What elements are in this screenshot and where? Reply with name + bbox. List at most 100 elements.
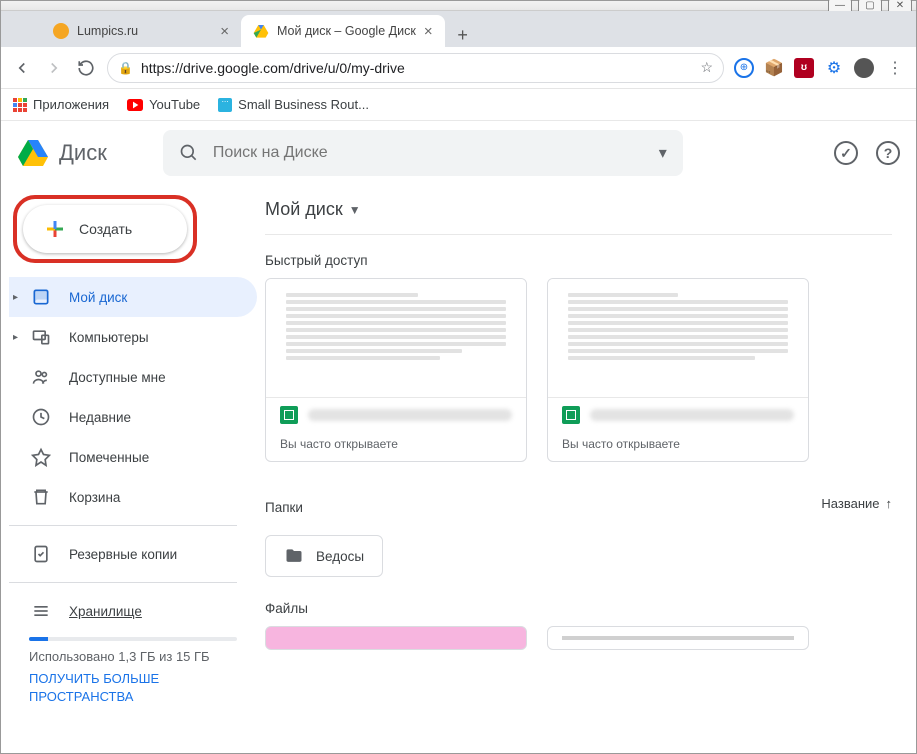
drive-logo-icon [17, 139, 49, 167]
browser-tabs: Lumpics.ru × Мой диск – Google Диск × + [1, 11, 916, 47]
tab-lumpics[interactable]: Lumpics.ru × [41, 15, 241, 47]
lock-icon: 🔒 [118, 61, 133, 75]
file-item[interactable] [265, 626, 527, 650]
nav-shared[interactable]: Доступные мне [9, 357, 257, 397]
quick-subtitle: Вы часто открываете [266, 431, 526, 461]
sort-control[interactable]: Название ↑ [821, 496, 892, 511]
tab-drive[interactable]: Мой диск – Google Диск × [241, 15, 445, 47]
mydrive-icon [31, 287, 51, 307]
window-titlebar: — ▢ ✕ [1, 1, 916, 11]
nav-label: Недавние [69, 410, 131, 425]
tab-title: Lumpics.ru [77, 24, 138, 38]
clock-icon [31, 407, 51, 427]
quick-card[interactable]: Вы часто открываете [265, 278, 527, 462]
header-actions: ✓ ? [834, 141, 900, 165]
profile-avatar[interactable] [854, 58, 874, 78]
drive-product-name: Диск [59, 140, 107, 166]
storage-used-text: Использовано 1,3 ГБ из 15 ГБ [29, 649, 237, 664]
create-button-highlight: Создать [13, 195, 197, 263]
star-icon [31, 447, 51, 467]
ext-cube-icon[interactable]: 📦 [764, 58, 784, 78]
youtube-bookmark[interactable]: YouTube [127, 97, 200, 112]
folder-item[interactable]: Ведосы [265, 535, 383, 577]
nav-label: Помеченные [69, 450, 149, 465]
nav-backups[interactable]: Резервные копии [9, 534, 257, 574]
bookmarks-bar: Приложения YouTube ⋯ Small Business Rout… [1, 89, 916, 121]
nav-trash[interactable]: Корзина [9, 477, 257, 517]
sheets-icon [562, 406, 580, 424]
quick-subtitle: Вы часто открываете [548, 431, 808, 461]
youtube-icon [127, 99, 143, 111]
backup-icon [31, 544, 51, 564]
upgrade-storage-link[interactable]: ПОЛУЧИТЬ БОЛЬШЕ ПРОСТРАНСТВА [29, 670, 237, 705]
apps-bookmark[interactable]: Приложения [13, 97, 109, 112]
files-row [265, 626, 892, 650]
ext-gear-icon[interactable]: ⚙ [824, 58, 844, 78]
sbr-label: Small Business Rout... [238, 97, 369, 112]
computers-icon [31, 327, 51, 347]
folders-title: Папки [265, 500, 303, 515]
create-label: Создать [79, 221, 132, 237]
ext-ublock-icon[interactable]: ʊ [794, 58, 814, 78]
nav-label: Доступные мне [69, 370, 166, 385]
sbr-bookmark[interactable]: ⋯ Small Business Rout... [218, 97, 369, 112]
nav-starred[interactable]: Помеченные [9, 437, 257, 477]
shared-icon [31, 367, 51, 387]
trash-icon [31, 487, 51, 507]
close-tab-icon[interactable]: × [220, 23, 229, 40]
nav-storage[interactable]: Хранилище [9, 591, 257, 631]
expand-caret-icon[interactable]: ▸ [13, 332, 18, 343]
file-thumbnail [548, 279, 808, 397]
nav-recent[interactable]: Недавние [9, 397, 257, 437]
tab-title: Мой диск – Google Диск [277, 24, 416, 38]
favicon-icon [53, 23, 69, 39]
quick-access-row: Вы часто открываете Вы часто открываете [265, 278, 892, 462]
browser-menu-icon[interactable]: ⋮ [884, 57, 906, 79]
bookmark-star-icon[interactable]: ☆ [700, 59, 713, 76]
forward-button[interactable] [43, 57, 65, 79]
ext-globe-icon[interactable]: ⊕ [734, 58, 754, 78]
new-tab-button[interactable]: + [451, 23, 475, 47]
folder-icon [284, 546, 304, 566]
apps-grid-icon [13, 98, 27, 112]
arrow-up-icon: ↑ [886, 496, 893, 511]
sort-label: Название [821, 496, 879, 511]
sbr-favicon-icon: ⋯ [218, 98, 232, 112]
quick-card[interactable]: Вы часто открываете [547, 278, 809, 462]
url-text: https://drive.google.com/drive/u/0/my-dr… [141, 60, 405, 76]
youtube-label: YouTube [149, 97, 200, 112]
folder-name: Ведосы [316, 549, 364, 564]
search-icon [179, 143, 199, 163]
file-item[interactable] [547, 626, 809, 650]
breadcrumb-label: Мой диск [265, 199, 343, 220]
nav-label: Компьютеры [69, 330, 149, 345]
back-button[interactable] [11, 57, 33, 79]
expand-caret-icon[interactable]: ▸ [13, 292, 18, 303]
create-button[interactable]: Создать [23, 205, 187, 253]
reload-button[interactable] [75, 57, 97, 79]
file-name-redacted [590, 409, 794, 421]
address-bar[interactable]: 🔒 https://drive.google.com/drive/u/0/my-… [107, 53, 724, 83]
ready-offline-icon[interactable]: ✓ [834, 141, 858, 165]
sheets-icon [280, 406, 298, 424]
close-tab-icon[interactable]: × [424, 23, 433, 40]
drive-search[interactable]: ▾ [163, 130, 683, 176]
nav-label: Мой диск [69, 290, 127, 305]
search-input[interactable] [213, 144, 645, 162]
storage-info: Использовано 1,3 ГБ из 15 ГБ ПОЛУЧИТЬ БО… [9, 637, 257, 705]
apps-label: Приложения [33, 97, 109, 112]
chevron-down-icon: ▼ [349, 203, 361, 217]
drive-logo[interactable]: Диск [17, 139, 107, 167]
drive-header: Диск ▾ ✓ ? [1, 121, 916, 185]
storage-bar [29, 637, 237, 641]
nav-label: Резервные копии [69, 547, 177, 562]
breadcrumb[interactable]: Мой диск ▼ [265, 191, 892, 235]
help-icon[interactable]: ? [876, 141, 900, 165]
file-thumbnail [266, 279, 526, 397]
search-options-icon[interactable]: ▾ [659, 143, 667, 163]
browser-toolbar: 🔒 https://drive.google.com/drive/u/0/my-… [1, 47, 916, 89]
nav-computers[interactable]: ▸ Компьютеры [9, 317, 257, 357]
nav-mydrive[interactable]: ▸ Мой диск [9, 277, 257, 317]
drive-sidebar: Создать ▸ Мой диск ▸ Компьютеры Доступные … [1, 185, 257, 753]
storage-icon [31, 601, 51, 621]
